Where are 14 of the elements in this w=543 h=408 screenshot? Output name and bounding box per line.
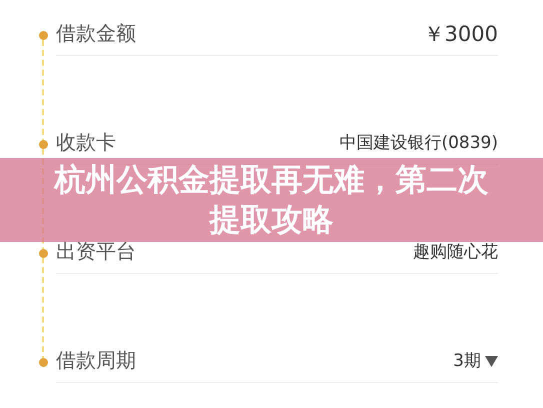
field-value: 中国建设银行(0839) — [339, 132, 498, 154]
field-label: 收款卡 — [56, 129, 116, 156]
field-label: 出资平台 — [56, 238, 136, 265]
banner-title: 杭州公积金提取再无难，第二次提取攻略 — [52, 161, 490, 240]
field-label: 借款金额 — [56, 20, 136, 47]
timeline-dot-icon — [39, 248, 48, 258]
field-value: ￥3000 — [424, 20, 498, 48]
period-dropdown[interactable]: 3期 — [453, 349, 498, 372]
timeline-dot-icon — [39, 30, 48, 40]
caret-icon — [485, 354, 498, 366]
field-label: 借款周期 — [56, 347, 136, 374]
timeline-dot-icon — [39, 140, 48, 148]
timeline-dot-icon — [39, 358, 48, 366]
field-value: 趣购随心花 — [413, 241, 498, 263]
